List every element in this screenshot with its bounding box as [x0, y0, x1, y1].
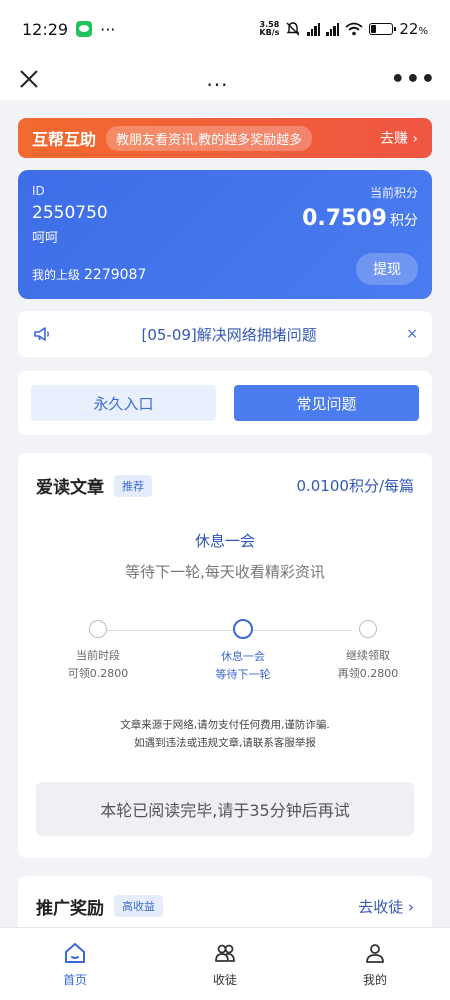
- progress-steps: 当前时段 可领0.2800 休息一会 等待下一轮 继续领取 再领0.2800: [36, 619, 414, 690]
- rest-subtitle: 等待下一轮,每天收看精彩资讯: [125, 563, 325, 581]
- tab-label: 收徒: [212, 972, 237, 987]
- wechat-icon: [76, 21, 93, 37]
- notice-bar[interactable]: [05-09]解决网络拥堵问题 ×: [18, 311, 432, 357]
- home-icon: [65, 942, 85, 963]
- battery-icon: [369, 23, 397, 35]
- bottom-tab-bar: 首页 收徒 我的: [0, 927, 450, 1000]
- main-content: 悬赏示例 悬赏示例 互帮互助 教朋友看资讯,教的越多奖励越多 去赚 › ID 2…: [0, 118, 450, 936]
- status-right: 3.58 KB/s 22%: [259, 20, 428, 38]
- article-header: 爱读文章 推荐 0.0100积分/每篇: [36, 473, 414, 498]
- entry-box: 永久入口 常见问题: [18, 371, 432, 435]
- user-icon: [366, 943, 384, 963]
- read-status-button[interactable]: 本轮已阅读完毕,请于35分钟后再试: [36, 782, 414, 836]
- step-label: 当前时段: [76, 649, 120, 662]
- status-more: ···: [100, 19, 116, 39]
- tab-recruit[interactable]: 收徒: [150, 928, 300, 1000]
- tab-mine[interactable]: 我的: [300, 928, 450, 1000]
- status-time: 12:29: [22, 19, 69, 39]
- step-rest: 休息一会 等待下一轮: [193, 619, 293, 682]
- faq-button[interactable]: 常见问题: [234, 385, 419, 421]
- points-unit: 积分: [390, 213, 418, 229]
- tab-home[interactable]: 首页: [0, 928, 150, 1000]
- points-display: 0.7509 积分: [302, 206, 418, 231]
- notice-close-button[interactable]: ×: [406, 326, 418, 342]
- net-speed-unit: KB/s: [259, 28, 280, 37]
- step-dot-active: [233, 619, 253, 639]
- step-continue: 继续领取 再领0.2800: [318, 620, 418, 681]
- close-icon[interactable]: [14, 68, 44, 90]
- recruit-link[interactable]: 去收徒 ›: [358, 896, 414, 917]
- status-left: 12:29 ···: [22, 20, 115, 39]
- step-sublabel: 再领0.2800: [337, 667, 399, 680]
- parent-info: 我的上级 2279087: [32, 266, 146, 283]
- step-dot: [89, 620, 107, 638]
- disclaimer: 文章来源于网络,请勿支付任何费用,谨防诈骗. 如遇到违法或违规文章,请联系客服举…: [36, 716, 414, 752]
- tab-label: 首页: [62, 972, 87, 987]
- more-menu-button[interactable]: •••: [391, 67, 436, 92]
- step-dot: [359, 620, 377, 638]
- battery-value: 22: [399, 20, 419, 38]
- account-card: ID 2550750 呵呵 我的上级 2279087 当前积分 0.7509 积分 …: [18, 170, 432, 299]
- battery-unit: %: [418, 26, 428, 37]
- high-income-tag: 高收益: [114, 895, 163, 917]
- article-rate: 0.0100积分/每篇: [296, 477, 414, 495]
- banner-slogan: 教朋友看资讯,教的越多奖励越多: [106, 125, 313, 151]
- notice-text: [05-09]解决网络拥堵问题: [141, 325, 317, 344]
- permanent-entry-button[interactable]: 永久入口: [31, 385, 216, 421]
- step-current-period: 当前时段 可领0.2800: [48, 620, 148, 681]
- parent-label: 我的上级: [32, 268, 81, 282]
- nav-bar: ... •••: [0, 58, 450, 100]
- users-icon: [215, 944, 235, 962]
- wifi-icon: [345, 22, 363, 36]
- banner-title: 互帮互助: [32, 130, 97, 149]
- banner-earn-link[interactable]: 去赚 ›: [380, 128, 418, 148]
- signal-icon: [307, 22, 321, 36]
- points-label: 当前积分: [369, 186, 418, 200]
- points-value: 0.7509: [302, 206, 387, 231]
- signal-2-icon: [326, 22, 340, 36]
- step-label: 继续领取: [346, 649, 390, 662]
- rest-title: 休息一会: [194, 532, 255, 550]
- megaphone-icon: [34, 327, 49, 341]
- recommend-tag: 推荐: [114, 474, 152, 497]
- battery-level: 22%: [399, 20, 428, 38]
- promo-title: 推广奖励: [36, 898, 104, 919]
- help-banner[interactable]: 互帮互助 教朋友看资讯,教的越多奖励越多 去赚 ›: [18, 118, 432, 158]
- article-card: 爱读文章 推荐 0.0100积分/每篇 休息一会 等待下一轮,每天收看精彩资讯 …: [18, 453, 432, 858]
- step-label: 休息一会: [221, 650, 265, 663]
- disclaimer-line-2: 如遇到违法或违规文章,请联系客服举报: [134, 737, 316, 749]
- article-title: 爱读文章: [36, 478, 104, 498]
- status-bar: 12:29 ··· 3.58 KB/s 22%: [0, 0, 450, 58]
- disclaimer-line-1: 文章来源于网络,请勿支付任何费用,谨防诈骗.: [120, 719, 330, 731]
- step-sublabel: 等待下一轮: [215, 668, 271, 681]
- parent-id: 2279087: [84, 267, 147, 283]
- tab-label: 我的: [362, 972, 387, 987]
- step-sublabel: 可领0.2800: [67, 667, 129, 680]
- page-title: ...: [206, 67, 229, 91]
- net-speed: 3.58 KB/s: [259, 21, 279, 37]
- withdraw-button[interactable]: 提现: [356, 253, 418, 285]
- id-label: ID: [32, 184, 45, 198]
- mute-bell-icon: [286, 22, 300, 36]
